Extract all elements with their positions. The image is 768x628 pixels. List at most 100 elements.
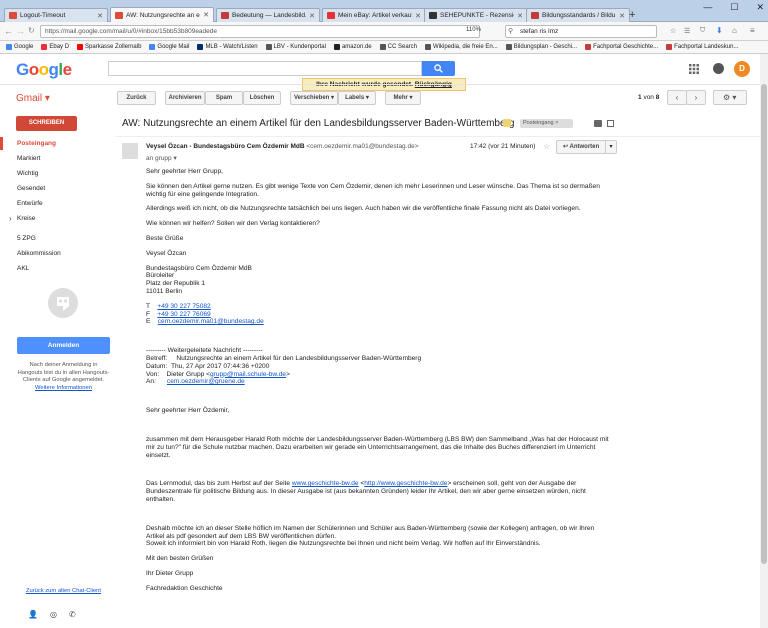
bookmark-star-icon[interactable]: ☆	[670, 27, 676, 35]
labels-button[interactable]: Labels ▾	[338, 91, 376, 105]
download-icon[interactable]: ⬇	[716, 26, 723, 35]
bookmark-item[interactable]: Bildungsplan - Geschi...	[505, 44, 577, 50]
home-icon[interactable]: ⌂	[732, 26, 737, 35]
google-logo[interactable]: Google	[16, 60, 72, 80]
archive-button[interactable]: Archivieren	[165, 91, 205, 105]
gmail-menu[interactable]: Gmail ▾	[16, 93, 50, 104]
star-icon[interactable]: ☆	[543, 142, 550, 151]
close-tab-icon[interactable]: ✕	[415, 12, 421, 20]
browser-tab[interactable]: SEHEPUNKTE - Rezension ...✕	[424, 8, 528, 22]
sidebar-item-kreise[interactable]: Kreise ›	[0, 212, 110, 225]
browser-tab[interactable]: AW: Nutzungsrechte an ei... ✕	[110, 7, 214, 22]
older-button[interactable]: ›	[686, 90, 706, 105]
minimize-button[interactable]: —	[703, 0, 712, 14]
fwd-to-link[interactable]: cem.oezdemir@gruene.de	[167, 378, 245, 385]
signature-line: Bundestagsbüro Cem Özdemir MdB	[146, 264, 252, 272]
close-window-button[interactable]: ✕	[756, 0, 764, 14]
bookmark-item[interactable]: CC Search	[379, 44, 417, 50]
mail-search-input[interactable]	[108, 61, 422, 76]
person-icon[interactable]: 👤	[28, 610, 38, 619]
browser-tab[interactable]: Bildungsstandards / Bildu... ✕	[526, 8, 630, 22]
notifications-icon[interactable]	[713, 63, 724, 74]
sidebar-item-5-zpg[interactable]: 5 ZPG	[0, 232, 110, 245]
tab-title: Logout-Timeout	[20, 12, 66, 19]
bookmark-item[interactable]: Wikipedia, die freie En...	[424, 44, 498, 50]
sender-name: Veysel Özcan - Bundestagsbüro Cem Özdemi…	[146, 143, 305, 150]
sidebar-item-wichtig[interactable]: Wichtig	[0, 167, 110, 180]
bookmark-favicon-icon	[333, 44, 340, 50]
fax-link[interactable]: +49 30 227 76069	[157, 311, 210, 318]
tab-favicon-icon	[115, 11, 123, 19]
more-actions-button[interactable]: ▾	[605, 140, 617, 154]
phone-icon[interactable]: ✆	[69, 610, 76, 619]
mail-search-button[interactable]	[422, 61, 455, 76]
spam-button[interactable]: Spam	[205, 91, 243, 105]
bookmark-item[interactable]: Sparkasse Zollernalb	[77, 44, 141, 50]
url-input[interactable]: https://mail.google.com/mail/u/0/#inbox/…	[40, 25, 480, 38]
close-tab-icon[interactable]: ✕	[309, 12, 315, 20]
bookmark-item[interactable]: Fachportal Landeskun...	[666, 44, 738, 50]
sidebar-item-gesendet[interactable]: Gesendet	[0, 182, 110, 195]
back-arrow-icon[interactable]: ←	[4, 26, 13, 36]
apps-grid-icon[interactable]	[689, 64, 699, 74]
back-button[interactable]: Zurück	[117, 91, 156, 105]
sidebar-item-markiert[interactable]: Markiert	[0, 152, 110, 165]
bookmark-item[interactable]: LBV - Kundenportal	[265, 44, 326, 50]
web-search-input[interactable]: stefan ris lmz	[505, 25, 657, 38]
print-icon[interactable]	[594, 120, 602, 127]
geschichte-url-link[interactable]: http://www.geschichte-bw.de	[364, 480, 447, 487]
sender-avatar	[122, 143, 138, 159]
zoom-level[interactable]: 110%	[466, 27, 481, 33]
new-tab-button[interactable]: +	[629, 9, 635, 21]
reply-button[interactable]: ↩ Antworten	[556, 140, 606, 154]
bookmark-item[interactable]: MLB - Watch/Listen	[197, 44, 258, 50]
expand-arrow-icon[interactable]: ›	[9, 212, 12, 225]
bookmark-item[interactable]: Google	[6, 44, 33, 50]
sidebar-item-entwürfe[interactable]: Entwürfe	[0, 197, 110, 210]
geschichte-link[interactable]: www.geschichte-bw.de	[292, 480, 359, 487]
quoted-paragraph: zusammen mit dem Herausgeber Harald Roth…	[146, 435, 609, 459]
account-avatar[interactable]: D	[734, 61, 750, 77]
move-button[interactable]: Verschieben ▾	[290, 91, 338, 105]
browser-tab[interactable]: Mein eBay: Artikel verkauf... ✕	[322, 8, 426, 22]
close-tab-icon[interactable]: ✕	[97, 12, 103, 20]
sidebar-item-akl[interactable]: AKL	[0, 262, 110, 275]
reading-list-icon[interactable]: ☰	[684, 27, 690, 35]
maximize-button[interactable]: ☐	[730, 0, 738, 14]
settings-button[interactable]: ⚙ ▾	[713, 90, 747, 105]
old-chat-client-link[interactable]: Zurück zum alten Chat-Client	[17, 588, 110, 594]
more-button[interactable]: Mehr ▾	[385, 91, 421, 105]
bookmark-item[interactable]: amazon.de	[333, 44, 372, 50]
sidebar-item-posteingang[interactable]: Posteingang	[0, 137, 110, 150]
compose-button[interactable]: SCHREIBEN	[16, 116, 77, 131]
recipient-dropdown[interactable]: an grupp ▾	[146, 154, 177, 162]
tab-favicon-icon	[531, 12, 539, 19]
quoted-signature: Fachredaktion Geschichte	[146, 584, 223, 592]
signin-button[interactable]: Anmelden	[17, 337, 110, 354]
close-tab-icon[interactable]: ✕	[203, 11, 209, 19]
more-info-link[interactable]: Weitere Informationen	[35, 385, 92, 391]
newer-button[interactable]: ‹	[667, 90, 687, 105]
close-tab-icon[interactable]: ✕	[619, 12, 625, 20]
new-window-icon[interactable]	[607, 120, 614, 127]
reload-icon[interactable]: ↻	[28, 26, 35, 35]
close-tab-icon[interactable]: ✕	[517, 12, 523, 20]
browser-tab[interactable]: Logout-Timeout ✕	[4, 8, 108, 22]
delete-button[interactable]: Löschen	[243, 91, 281, 105]
important-marker-icon[interactable]	[503, 119, 511, 127]
bookmark-item[interactable]: Ebay D	[41, 44, 69, 50]
bookmark-item[interactable]: Google Mail	[149, 44, 189, 50]
hangouts-chat-icon[interactable]: ◎	[50, 610, 57, 619]
inbox-label[interactable]: Posteingang ×	[520, 119, 573, 128]
email-link[interactable]: cem.oezdemir.ma01@bundestag.de	[158, 318, 264, 325]
page-scrollbar[interactable]	[760, 54, 768, 628]
phone-link[interactable]: +49 30 227 75082	[157, 303, 210, 310]
pocket-icon[interactable]: ⛉	[700, 27, 705, 35]
fwd-from-link[interactable]: grupp@mail.schule-bw.de	[210, 371, 286, 378]
browser-tab[interactable]: Bedeutung — Landesbild... ✕	[216, 8, 320, 22]
bookmark-item[interactable]: Fachportal Geschichte...	[585, 44, 658, 50]
forward-arrow-icon[interactable]: →	[16, 26, 25, 36]
browser-menu-icon[interactable]: ≡	[750, 26, 755, 35]
scrollbar-thumb[interactable]	[761, 84, 767, 564]
sidebar-item-abikommission[interactable]: Abikommission	[0, 247, 110, 260]
